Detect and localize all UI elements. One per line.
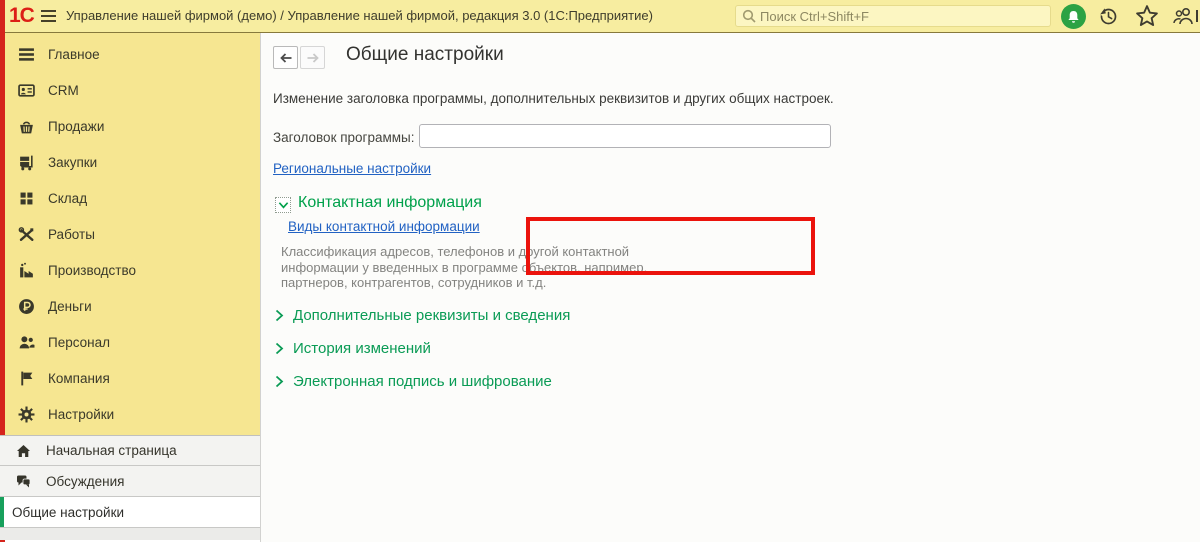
home-icon	[17, 444, 30, 457]
chevron-right-icon	[275, 375, 284, 387]
sidebar-item-kompaniya[interactable]: Компания	[0, 360, 260, 396]
contact-info-section-title[interactable]: Контактная информация	[298, 194, 482, 212]
arrow-right-icon	[307, 52, 319, 63]
chevron-down-icon	[278, 201, 288, 209]
sidebar-item-crm[interactable]: CRM	[0, 72, 260, 108]
sidebar-item-label: Продажи	[48, 118, 105, 134]
gear-icon	[18, 406, 35, 422]
sidebar-item-sklad[interactable]: Склад	[0, 180, 260, 216]
sidebar-item-raboty[interactable]: Работы	[0, 216, 260, 252]
contact-info-description: Классификация адресов, телефонов и друго…	[281, 244, 647, 291]
history-icon[interactable]	[1098, 6, 1118, 26]
sidebar-item-label: Производство	[48, 262, 137, 278]
arrow-left-icon	[279, 52, 291, 63]
sidebar-item-zakupki[interactable]: Закупки	[0, 144, 260, 180]
tab-home-page[interactable]: Начальная страница	[0, 435, 260, 466]
open-windows-tabs: Начальная страница Обсуждения Общие наст…	[0, 435, 260, 540]
chevron-right-icon	[275, 309, 284, 321]
tab-general-settings-active[interactable]: Общие настройки	[0, 497, 260, 528]
1c-logo: 1С	[9, 4, 35, 27]
boxes-icon	[20, 192, 33, 204]
taskbar-empty-strip	[0, 528, 260, 540]
tab-label: Общие настройки	[12, 504, 125, 520]
sidebar-item-label: Закупки	[48, 154, 98, 170]
sidebar-item-label: Деньги	[48, 298, 92, 314]
tools-icon	[18, 226, 34, 241]
section-digital-signature[interactable]: Электронная подпись и шифрование	[275, 370, 552, 392]
search-input[interactable]	[760, 8, 1030, 24]
collapse-toggle[interactable]	[275, 197, 291, 213]
top-bar: 1С Управление нашей фирмой (демо) / Упра…	[0, 0, 1200, 33]
people-icon	[19, 335, 35, 348]
search-icon	[742, 9, 756, 23]
trolley-icon	[20, 155, 33, 170]
description-line: Классификация адресов, телефонов и друго…	[281, 244, 630, 259]
section-sidebar: Главное CRM Продажи Закупки Склад Работы…	[0, 33, 260, 435]
section-label: Дополнительные реквизиты и сведения	[293, 306, 571, 324]
section-label: История изменений	[293, 339, 431, 357]
sidebar-item-prodazhi[interactable]: Продажи	[0, 108, 260, 144]
active-tab-indicator	[0, 497, 4, 527]
page-title: Общие настройки	[346, 44, 504, 65]
page-description: Изменение заголовка программы, дополните…	[273, 91, 834, 106]
sidebar-item-glavnoe[interactable]: Главное	[0, 36, 260, 72]
ruble-icon	[19, 298, 34, 314]
app-window: 1С Управление нашей фирмой (демо) / Упра…	[0, 0, 1200, 542]
menu-lines-icon	[19, 47, 34, 61]
global-search[interactable]	[735, 5, 1051, 27]
back-button[interactable]	[273, 46, 298, 69]
cut-off-icon	[1196, 10, 1198, 22]
factory-icon	[20, 262, 33, 277]
sidebar-item-personal[interactable]: Персонал	[0, 324, 260, 360]
flag-icon	[21, 371, 33, 385]
section-label: Электронная подпись и шифрование	[293, 372, 552, 390]
sidebar-item-label: Склад	[48, 190, 88, 206]
chevron-right-icon	[275, 342, 284, 354]
sidebar-item-dengi[interactable]: Деньги	[0, 288, 260, 324]
tab-label: Обсуждения	[46, 473, 125, 489]
sidebar-item-label: Компания	[48, 370, 110, 386]
sidebar-item-proizvodstvo[interactable]: Производство	[0, 252, 260, 288]
main-menu-icon[interactable]	[41, 10, 56, 23]
sidebar-item-label: CRM	[48, 82, 79, 98]
forward-button[interactable]	[300, 46, 325, 69]
regional-settings-link[interactable]: Региональные настройки	[273, 161, 431, 176]
notifications-bell-icon[interactable]	[1061, 4, 1086, 29]
sidebar-item-nastroyki[interactable]: Настройки	[0, 396, 260, 432]
contact-card-icon	[18, 83, 35, 97]
sidebar-item-label: Главное	[48, 46, 100, 62]
tab-discussions[interactable]: Обсуждения	[0, 466, 260, 497]
history-nav	[273, 46, 325, 69]
program-title-input[interactable]	[419, 124, 831, 148]
basket-icon	[20, 121, 33, 133]
favorites-star-icon[interactable]	[1136, 5, 1158, 26]
section-additional-attributes[interactable]: Дополнительные реквизиты и сведения	[275, 304, 570, 326]
chat-icon	[17, 475, 31, 488]
program-title-label: Заголовок программы:	[273, 130, 415, 145]
contact-info-kinds-link[interactable]: Виды контактной информации	[288, 219, 480, 234]
main-content: Общие настройки Изменение заголовка прог…	[260, 33, 1200, 542]
users-icon[interactable]	[1171, 6, 1197, 26]
description-line: информации у введенных в программе объек…	[281, 259, 648, 275]
description-line: партнеров, контрагентов, сотрудников и т…	[281, 275, 547, 290]
tab-label: Начальная страница	[46, 443, 177, 458]
section-change-history[interactable]: История изменений	[275, 337, 431, 359]
window-title: Управление нашей фирмой (демо) / Управле…	[66, 8, 653, 23]
sidebar-item-label: Настройки	[48, 406, 115, 422]
sidebar-item-label: Работы	[48, 226, 95, 242]
sidebar-item-label: Персонал	[48, 334, 110, 350]
